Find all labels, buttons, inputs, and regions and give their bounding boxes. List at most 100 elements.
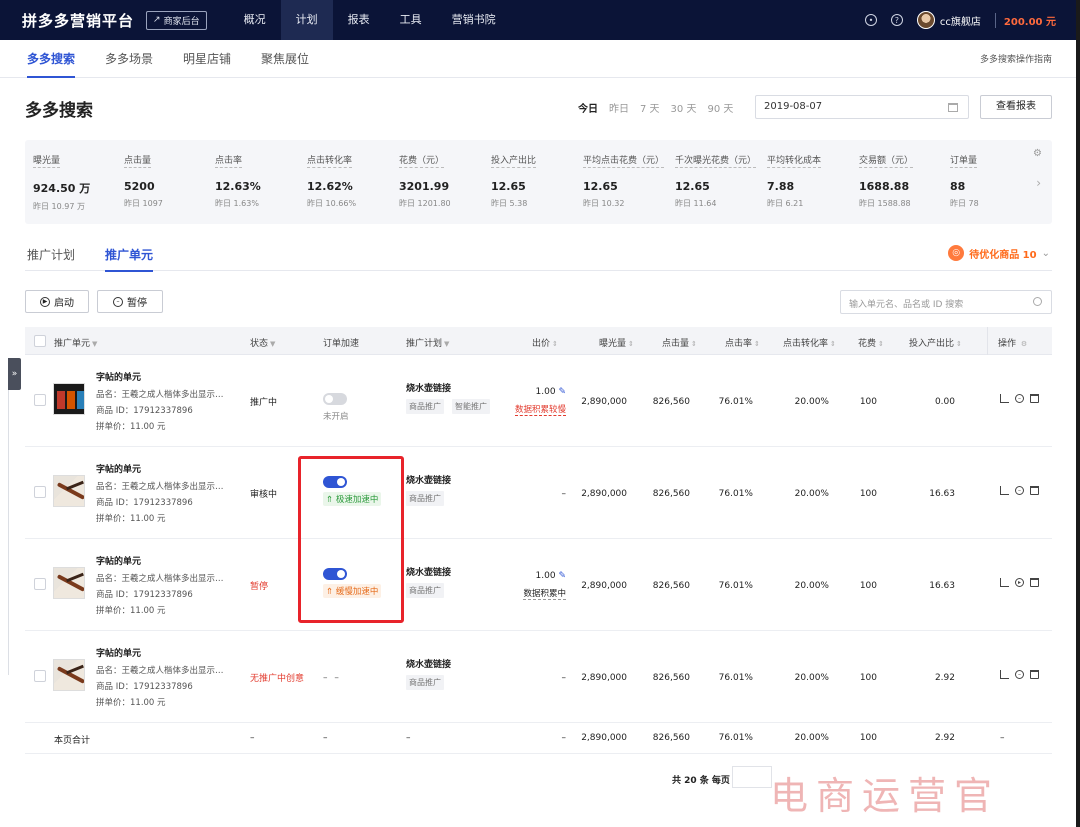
th-ctr[interactable]: 点击率 ⇕ — [725, 336, 760, 349]
row-checkbox[interactable] — [34, 486, 46, 498]
order-accel-toggle[interactable] — [323, 393, 347, 405]
date-picker[interactable]: 2019-08-07 — [755, 95, 969, 119]
play-icon[interactable]: ▸ — [1015, 578, 1024, 587]
plan-name[interactable]: 烧水壶链接 — [406, 381, 451, 394]
metric-cost[interactable]: 花费（元） 3201.99 昨日 1201.80 — [399, 153, 485, 209]
pause-button[interactable]: – 暂停 — [97, 290, 163, 313]
chart-icon[interactable] — [1000, 670, 1009, 679]
unit-name[interactable]: 字帖的单元 — [96, 370, 141, 383]
view-report-button[interactable]: 查看报表 — [980, 95, 1052, 119]
product-thumbnail[interactable] — [53, 475, 85, 507]
th-cvr[interactable]: 点击转化率 ⇕ — [783, 336, 836, 349]
range-7d[interactable]: 7 天 — [640, 100, 660, 115]
nav-academy[interactable]: 营销书院 — [437, 0, 511, 40]
page-size-select[interactable] — [732, 766, 772, 788]
metric-impressions[interactable]: 曝光量 924.50 万 昨日 10.97 万 — [33, 153, 119, 212]
product-thumbnail[interactable] — [53, 659, 85, 691]
row-checkbox[interactable] — [34, 394, 46, 406]
tab-duoduo-search[interactable]: 多多搜索 — [27, 40, 76, 78]
edit-icon[interactable]: ✎ — [558, 571, 566, 581]
tab-promotion-plan[interactable]: 推广计划 — [27, 246, 75, 263]
range-90d[interactable]: 90 天 — [707, 100, 733, 115]
plan-name[interactable]: 烧水壶链接 — [406, 657, 451, 670]
plan-tag: 智能推广 — [452, 399, 490, 414]
tab-duoduo-scene[interactable]: 多多场景 — [105, 40, 153, 78]
th-impressions[interactable]: 曝光量 ⇕ — [599, 336, 634, 349]
range-yesterday[interactable]: 昨日 — [609, 100, 629, 115]
th-bid[interactable]: 出价 ⇕ — [532, 336, 558, 349]
target-icon: ◎ — [948, 245, 965, 261]
unit-search-input[interactable]: 输入单元名、品名或 ID 搜索 — [840, 290, 1052, 314]
metric-cpm[interactable]: 千次曝光花费（元） 12.65 昨日 11.64 — [675, 153, 761, 209]
minus-circle-icon: – — [113, 296, 123, 307]
plan-name[interactable]: 烧水壶链接 — [406, 473, 451, 486]
metric-gmv[interactable]: 交易额（元） 1688.88 昨日 1588.88 — [859, 153, 945, 209]
start-button[interactable]: ▶ 启动 — [25, 290, 89, 313]
th-clicks[interactable]: 点击量 ⇕ — [662, 336, 697, 349]
th-cost[interactable]: 花费 ⇕ — [858, 336, 884, 349]
metrics-settings-icon[interactable]: ⚙ — [1033, 148, 1042, 159]
product-id: 商品 ID：17912337896 — [96, 498, 193, 508]
topbar-right: • ? cc旗舰店 200.00 元 — [864, 11, 1056, 29]
nav-tools[interactable]: 工具 — [385, 0, 437, 40]
plan-name[interactable]: 烧水壶链接 — [406, 565, 451, 578]
help-icon[interactable]: ? — [890, 14, 903, 26]
range-today[interactable]: 今日 — [578, 100, 598, 115]
tab-star-shop[interactable]: 明星店铺 — [183, 40, 231, 78]
metric-avg-conversion-cost[interactable]: 平均转化成本 7.88 昨日 6.21 — [767, 153, 853, 209]
th-roi[interactable]: 投入产出比 ⇕ — [909, 336, 962, 349]
trash-icon[interactable] — [1030, 670, 1039, 679]
account-balance[interactable]: 200.00 元 — [994, 12, 1056, 28]
metric-clicks[interactable]: 点击量 5200 昨日 1097 — [124, 153, 210, 209]
row-checkbox[interactable] — [34, 578, 46, 590]
product-thumbnail[interactable] — [53, 383, 85, 415]
trash-icon[interactable] — [1030, 394, 1039, 403]
summary-status: – — [250, 733, 255, 743]
pause-icon[interactable]: – — [1015, 670, 1024, 679]
chart-icon[interactable] — [1000, 578, 1009, 587]
nav-overview[interactable]: 概况 — [229, 0, 281, 40]
bid-value[interactable]: 1.00 ✎ — [536, 387, 566, 397]
row-checkbox[interactable] — [34, 670, 46, 682]
user-menu[interactable]: cc旗舰店 — [916, 11, 981, 29]
tab-promotion-unit[interactable]: 推广单元 — [105, 246, 154, 272]
watermark-text: 电商运营官 — [770, 774, 1001, 818]
edit-icon[interactable]: ✎ — [558, 387, 566, 397]
chart-icon[interactable] — [1000, 394, 1009, 403]
sidebar-expand-handle[interactable]: » — [8, 358, 21, 390]
metric-cvr[interactable]: 点击转化率 12.62% 昨日 10.66% — [307, 153, 393, 209]
metric-avg-click-cost[interactable]: 平均点击花费（元） 12.65 昨日 10.32 — [583, 153, 669, 209]
th-impressions-label: 曝光量 — [599, 339, 627, 349]
pause-icon[interactable]: – — [1015, 486, 1024, 495]
metric-ctr[interactable]: 点击率 12.63% 昨日 1.63% — [215, 153, 301, 209]
th-plan[interactable]: 推广计划 ▼ — [406, 336, 449, 349]
trash-icon[interactable] — [1030, 486, 1039, 495]
metric-roi[interactable]: 投入产出比 12.65 昨日 5.38 — [491, 153, 577, 209]
range-30d[interactable]: 30 天 — [671, 100, 697, 115]
pause-label: 暂停 — [127, 298, 147, 309]
metric-value: 1688.88 — [859, 180, 910, 193]
bid-value[interactable]: 1.00 ✎ — [536, 571, 566, 581]
merchant-backend-link[interactable]: ↗ 商家后台 — [146, 10, 207, 30]
nav-reports[interactable]: 报表 — [333, 0, 385, 40]
chart-icon[interactable] — [1000, 486, 1009, 495]
nav-plans[interactable]: 计划 — [280, 0, 333, 40]
trash-icon[interactable] — [1030, 578, 1039, 587]
unit-name[interactable]: 字帖的单元 — [96, 462, 141, 475]
unit-name[interactable]: 字帖的单元 — [96, 554, 141, 567]
bell-icon[interactable]: • — [864, 14, 877, 26]
brand-logo[interactable]: 拼多多营销平台 — [22, 10, 134, 31]
metric-orders[interactable]: 订单量 88 昨日 78 — [950, 153, 1036, 209]
product-thumbnail[interactable] — [53, 567, 85, 599]
chevron-right-icon[interactable]: › — [1036, 176, 1041, 190]
pending-optimization[interactable]: ◎ 待优化商品 10 ⌄ — [948, 245, 1050, 261]
select-all-checkbox[interactable] — [34, 335, 46, 347]
operation-guide-link[interactable]: 多多搜索操作指南 — [980, 52, 1052, 65]
metric-label: 平均点击花费（元） — [583, 153, 665, 168]
unit-name[interactable]: 字帖的单元 — [96, 646, 141, 659]
pause-icon[interactable]: – — [1015, 394, 1024, 403]
th-unit[interactable]: 推广单元 ▼ — [54, 336, 97, 349]
gear-icon[interactable]: ⚙ — [1021, 340, 1027, 348]
tab-focus-display[interactable]: 聚焦展位 — [261, 40, 309, 78]
th-status[interactable]: 状态 ▼ — [250, 336, 275, 349]
